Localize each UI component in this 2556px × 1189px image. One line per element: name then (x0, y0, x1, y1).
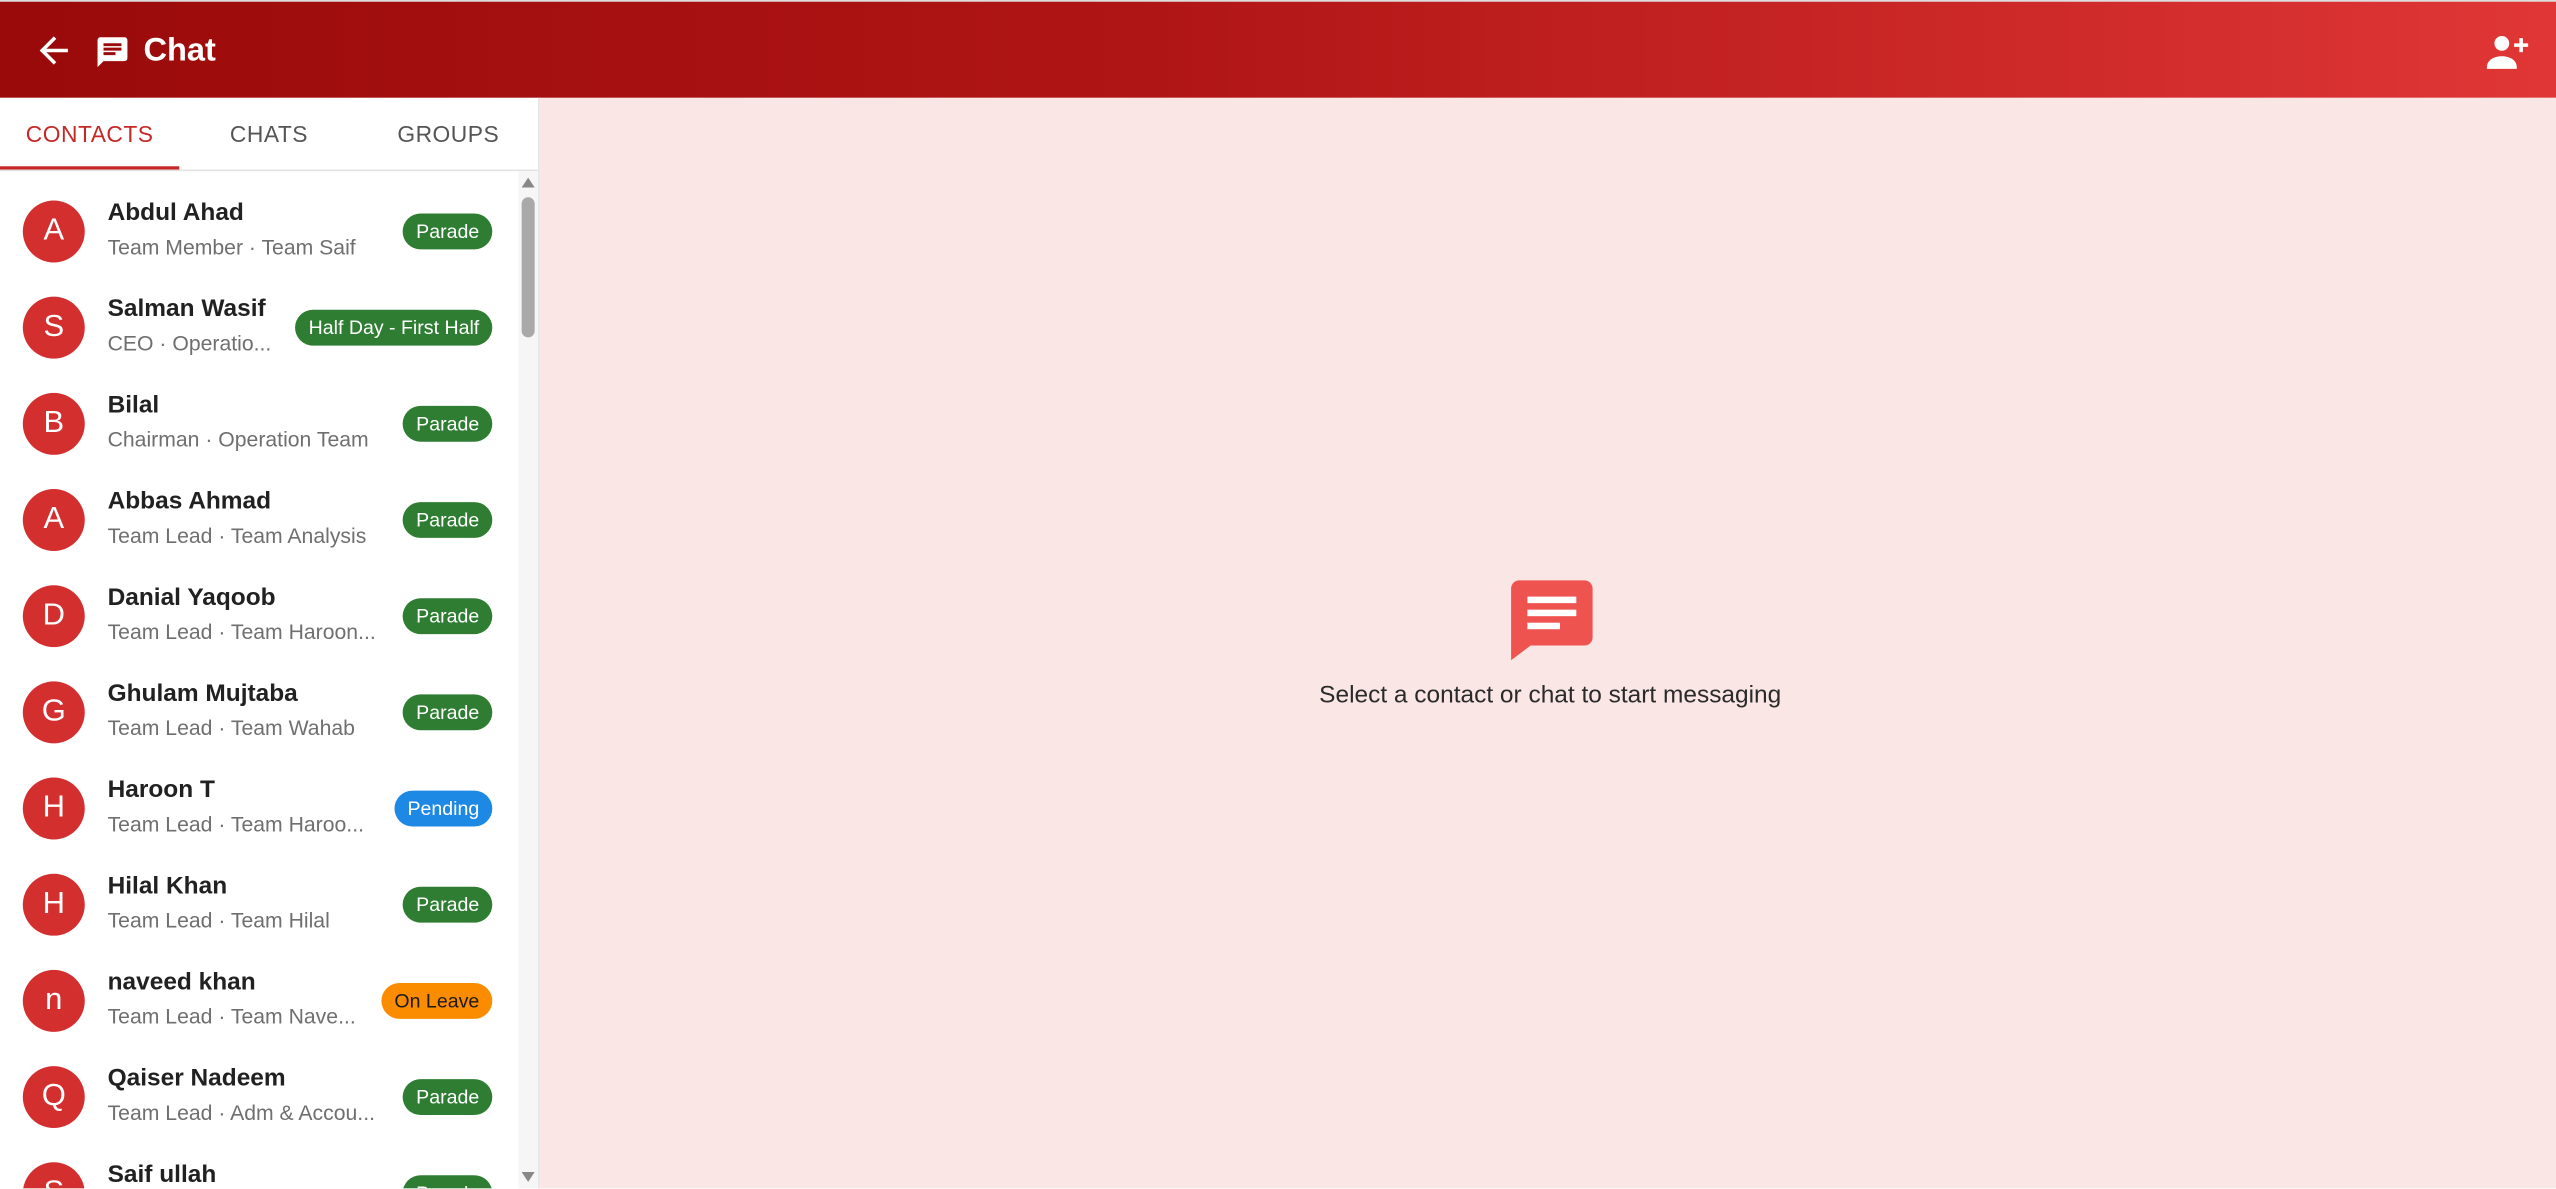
chat-page: Chat CONTACTS CHATS GROUPS A Abdul Ahad … (0, 0, 2556, 1189)
add-person-icon[interactable] (2484, 31, 2530, 73)
contact-row[interactable]: H Haroon T Team Lead · Team Haroo... Pen… (0, 760, 518, 856)
contact-subtitle: Team Lead · Team Hilal (107, 907, 330, 933)
contact-subtitle: Team Lead · Team Nave... (107, 1004, 356, 1029)
contact-subtitle: Team Lead · Team Haroo... (107, 811, 364, 837)
avatar: n (22, 969, 85, 1032)
contact-name: Salman Wasif (107, 295, 266, 323)
message-icon (1511, 580, 1593, 661)
contact-row[interactable]: B Bilal Chairman · Operation Team Parade (0, 375, 518, 471)
contact-subtitle: Team Lead · Team Haroon... (107, 619, 376, 644)
tab-groups[interactable]: GROUPS (359, 98, 538, 170)
contact-row[interactable]: D Danial Yaqoob Team Lead · Team Haroon.… (0, 567, 518, 663)
contact-name: Abdul Ahad (107, 198, 244, 227)
contact-subtitle: Team Lead · Team Analysis (107, 523, 367, 548)
contact-row[interactable]: G Ghulam Mujtaba Team Lead · Team Wahab … (0, 663, 518, 759)
contact-row[interactable]: S Salman Wasif CEO · Operatio... Half Da… (0, 279, 518, 375)
status-badge: Pending (394, 790, 493, 827)
contact-row[interactable]: A Abdul Ahad Team Member · Team Saif Par… (0, 183, 518, 279)
scrollbar-thumb[interactable] (521, 197, 535, 338)
contact-list-scrollbar[interactable] (518, 171, 538, 1189)
page-title: Chat (143, 32, 216, 69)
contact-row[interactable]: Q Qaiser Nadeem Team Lead · Adm & Accou.… (0, 1048, 518, 1144)
active-tab-indicator (0, 166, 180, 170)
status-badge: Half Day - First Half (295, 309, 493, 346)
tab-contacts[interactable]: CONTACTS (0, 98, 179, 170)
avatar: S (22, 296, 85, 359)
empty-state-text: Select a contact or chat to start messag… (1319, 681, 1782, 710)
contact-subtitle: Team Lead · Adm & Accou... (107, 1100, 375, 1125)
arrow-left-icon[interactable] (33, 29, 75, 71)
contact-name: Hilal Khan (107, 872, 228, 900)
chat-main-panel: Select a contact or chat to start messag… (539, 97, 2556, 1189)
contact-name: Abbas Ahmad (107, 487, 272, 516)
avatar: Q (22, 1066, 85, 1129)
avatar: A (22, 489, 85, 551)
contact-row[interactable]: S Saif ullah Parade (0, 1144, 518, 1189)
contact-subtitle: Team Lead · Team Wahab (107, 715, 355, 741)
contact-row[interactable]: n naveed khan Team Lead · Team Nave... O… (0, 952, 518, 1048)
avatar: B (22, 392, 85, 455)
status-badge: Parade (403, 213, 493, 250)
scroll-up-arrow-icon[interactable] (521, 177, 535, 188)
avatar: A (22, 200, 85, 263)
contact-name: Danial Yaqoob (107, 583, 276, 612)
status-badge: Parade (403, 405, 493, 442)
chat-bubble-icon (97, 37, 128, 68)
scroll-down-arrow-icon[interactable] (521, 1172, 535, 1182)
avatar: H (22, 777, 85, 840)
avatar: H (22, 873, 85, 936)
contact-list: A Abdul Ahad Team Member · Team Saif Par… (0, 171, 518, 1189)
tab-chats[interactable]: CHATS (179, 98, 358, 170)
contact-subtitle: Team Member · Team Saif (107, 234, 356, 260)
avatar: G (22, 681, 85, 744)
status-badge: Parade (403, 1175, 493, 1189)
contact-subtitle: CEO · Operatio... (107, 330, 272, 356)
tab-bar: CONTACTS CHATS GROUPS (0, 98, 538, 172)
avatar: D (22, 585, 85, 648)
contact-name: Haroon T (107, 775, 215, 804)
contacts-sidebar: CONTACTS CHATS GROUPS A Abdul Ahad Team … (0, 97, 540, 1189)
status-badge: On Leave (381, 982, 493, 1019)
app-bar: Chat (0, 0, 2556, 98)
status-badge: Parade (403, 886, 493, 923)
status-badge: Parade (403, 502, 493, 538)
contact-row[interactable]: A Abbas Ahmad Team Lead · Team Analysis … (0, 471, 518, 567)
contact-name: Qaiser Nadeem (107, 1064, 286, 1093)
contact-name: naveed khan (107, 968, 256, 996)
status-badge: Parade (403, 598, 493, 635)
contact-subtitle: Chairman · Operation Team (107, 427, 369, 452)
contact-name: Saif ullah (107, 1160, 217, 1189)
status-badge: Parade (403, 1079, 493, 1115)
contact-name: Ghulam Mujtaba (107, 679, 298, 708)
avatar: S (22, 1162, 85, 1189)
contact-row[interactable]: H Hilal Khan Team Lead · Team Hilal Para… (0, 856, 518, 952)
status-badge: Parade (403, 694, 493, 731)
contact-name: Bilal (107, 391, 160, 419)
